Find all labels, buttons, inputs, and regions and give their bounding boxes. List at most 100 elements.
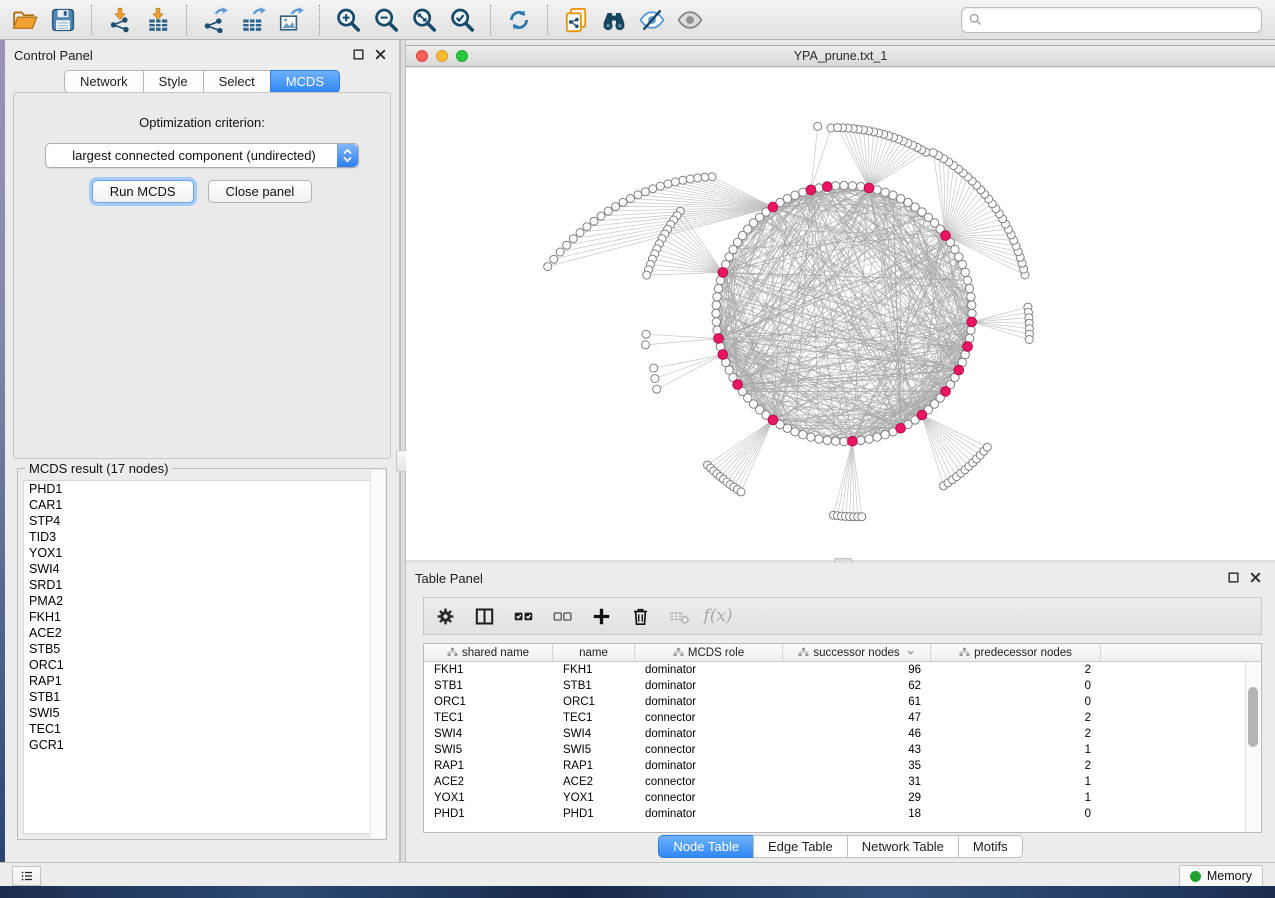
table-cell: SWI4	[553, 726, 635, 742]
memory-status-icon	[1190, 871, 1201, 882]
export-network-button[interactable]	[196, 3, 234, 37]
table-row[interactable]: RAP1RAP1dominator352	[424, 758, 1261, 774]
tab-mcds[interactable]: MCDS	[270, 70, 340, 93]
share-network-button[interactable]	[557, 3, 595, 37]
table-cell: 0	[931, 806, 1101, 822]
table-panel-title: Table Panel	[415, 571, 483, 586]
mcds-result-item[interactable]: STB5	[24, 641, 380, 657]
deselect-all-button[interactable]	[551, 605, 573, 627]
export-image-button[interactable]	[272, 3, 310, 37]
mcds-result-item[interactable]: RAP1	[24, 673, 380, 689]
table-cell: ACE2	[424, 774, 553, 790]
table-row[interactable]: ACE2ACE2connector311	[424, 774, 1261, 790]
mcds-result-item[interactable]: GCR1	[24, 737, 380, 753]
show-details-button[interactable]	[671, 3, 709, 37]
table-row[interactable]: FKH1FKH1dominator962	[424, 662, 1261, 678]
close-table-panel-icon[interactable]	[1249, 571, 1262, 584]
toolbar-separator	[319, 5, 320, 35]
mcds-result-item[interactable]: SWI4	[24, 561, 380, 577]
delete-column-button[interactable]	[629, 605, 651, 627]
tab-network-table[interactable]: Network Table	[847, 835, 959, 858]
close-panel-button[interactable]: Close panel	[208, 180, 313, 203]
table-panel: Table Panel f(x) shared namenameMCDS rol…	[406, 563, 1275, 862]
mcds-result-item[interactable]: CAR1	[24, 497, 380, 513]
zoom-selected-button[interactable]	[443, 3, 481, 37]
search-input[interactable]	[987, 12, 1255, 28]
mcds-result-item[interactable]: ACE2	[24, 625, 380, 641]
tab-style[interactable]: Style	[143, 70, 204, 93]
mcds-result-item[interactable]: STB1	[24, 689, 380, 705]
column-header-shared-name[interactable]: shared name	[424, 644, 553, 661]
column-header-name[interactable]: name	[553, 644, 635, 661]
table-cell: dominator	[635, 806, 783, 822]
mcds-result-item[interactable]: TEC1	[24, 721, 380, 737]
split-view-button[interactable]	[473, 605, 495, 627]
mcds-result-item[interactable]: YOX1	[24, 545, 380, 561]
table-cell: YOX1	[424, 790, 553, 806]
settings-button[interactable]	[434, 605, 456, 627]
criterion-value: largest connected component (undirected)	[46, 148, 358, 163]
table-row[interactable]: YOX1YOX1connector291	[424, 790, 1261, 806]
table-cell: 0	[931, 678, 1101, 694]
network-graph[interactable]	[406, 68, 1275, 561]
table-scrollbar-thumb[interactable]	[1248, 687, 1258, 747]
network-canvas[interactable]	[406, 68, 1275, 561]
table-row[interactable]: ORC1ORC1dominator610	[424, 694, 1261, 710]
zoom-out-button[interactable]	[367, 3, 405, 37]
float-panel-icon[interactable]	[352, 48, 365, 61]
table-cell: connector	[635, 790, 783, 806]
mcds-result-item[interactable]: PHD1	[24, 481, 380, 497]
run-mcds-button[interactable]: Run MCDS	[92, 180, 194, 203]
table-row[interactable]: PHD1PHD1dominator180	[424, 806, 1261, 822]
select-all-button[interactable]	[512, 605, 534, 627]
tab-motifs[interactable]: Motifs	[958, 835, 1023, 858]
tab-edge-table[interactable]: Edge Table	[753, 835, 848, 858]
column-header-predecessor-nodes[interactable]: predecessor nodes	[931, 644, 1101, 661]
column-header-MCDS-role[interactable]: MCDS role	[635, 644, 783, 661]
search-box[interactable]	[961, 7, 1262, 33]
criterion-select[interactable]: largest connected component (undirected)	[45, 143, 359, 168]
open-session-button[interactable]	[6, 3, 44, 37]
table-row[interactable]: TEC1TEC1connector472	[424, 710, 1261, 726]
mcds-result-item[interactable]: FKH1	[24, 609, 380, 625]
mcds-result-item[interactable]: ORC1	[24, 657, 380, 673]
memory-button[interactable]: Memory	[1179, 865, 1263, 887]
table-cell: dominator	[635, 694, 783, 710]
table-cell: connector	[635, 774, 783, 790]
mcds-list-scrollbar[interactable]	[370, 470, 385, 838]
export-table-button[interactable]	[234, 3, 272, 37]
close-panel-icon[interactable]	[374, 48, 387, 61]
column-header-successor-nodes[interactable]: successor nodes	[783, 644, 931, 661]
select-stepper-icon	[337, 144, 358, 167]
float-table-panel-icon[interactable]	[1227, 571, 1240, 584]
table-row[interactable]: STB1STB1dominator620	[424, 678, 1261, 694]
hide-details-button[interactable]	[633, 3, 671, 37]
table-scrollbar[interactable]	[1245, 662, 1261, 832]
zoom-in-button[interactable]	[329, 3, 367, 37]
mcds-result-item[interactable]: TID3	[24, 529, 380, 545]
memory-label: Memory	[1207, 869, 1252, 883]
table-row[interactable]: SWI4SWI4dominator462	[424, 726, 1261, 742]
add-column-button[interactable]	[590, 605, 612, 627]
zoom-fit-button[interactable]	[405, 3, 443, 37]
split-view-icon	[474, 606, 495, 627]
table-cell: SWI5	[553, 742, 635, 758]
tab-node-table[interactable]: Node Table	[658, 835, 754, 858]
import-table-button[interactable]	[139, 3, 177, 37]
task-history-button[interactable]	[12, 866, 41, 886]
import-network-button[interactable]	[101, 3, 139, 37]
mcds-result-item[interactable]: STP4	[24, 513, 380, 529]
binoculars-button[interactable]	[595, 3, 633, 37]
tab-network[interactable]: Network	[64, 70, 144, 93]
tab-select[interactable]: Select	[203, 70, 271, 93]
mcds-result-item[interactable]: PMA2	[24, 593, 380, 609]
save-session-button[interactable]	[44, 3, 82, 37]
table-cell: 1	[931, 774, 1101, 790]
deselect-all-icon	[552, 606, 573, 627]
table-row[interactable]: SWI5SWI5connector431	[424, 742, 1261, 758]
mcds-result-item[interactable]: SRD1	[24, 577, 380, 593]
refresh-button[interactable]	[500, 3, 538, 37]
mcds-buttons-row: Run MCDS Close panel	[14, 180, 390, 203]
table-cell: 2	[931, 662, 1101, 678]
mcds-result-item[interactable]: SWI5	[24, 705, 380, 721]
